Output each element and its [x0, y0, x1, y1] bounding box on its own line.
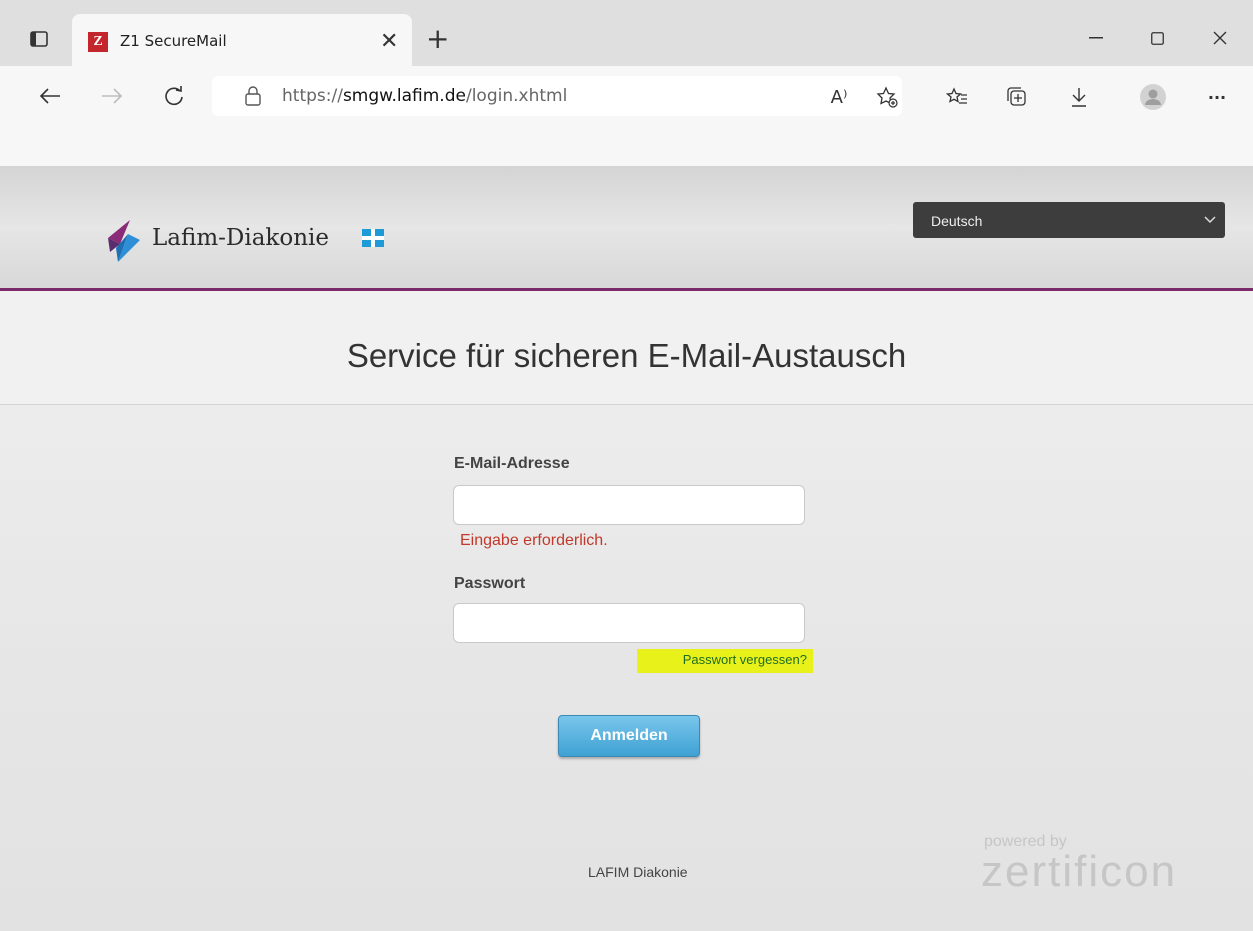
lock-icon[interactable]	[244, 86, 262, 111]
page-title: Service für sicheren E-Mail-Austausch	[346, 337, 907, 374]
more-menu-icon[interactable]: ···	[1202, 82, 1232, 112]
password-field[interactable]	[453, 603, 805, 643]
browser-tab[interactable]: Z Z1 SecureMail ✕	[72, 14, 412, 66]
email-error-message: Eingabe erforderlich.	[460, 532, 608, 549]
language-selected: Deutsch	[931, 213, 983, 229]
url-domain: smgw.lafim.de	[342, 86, 466, 106]
chevron-down-icon	[1203, 212, 1217, 229]
url-path: /login.xhtml	[465, 86, 568, 106]
collections-icon[interactable]	[1002, 82, 1032, 112]
forward-arrow-icon	[96, 80, 128, 112]
minimize-icon[interactable]	[1076, 20, 1116, 56]
favorites-icon[interactable]	[942, 82, 972, 112]
new-tab-icon[interactable]: +	[426, 24, 449, 54]
forgot-password-link[interactable]: Passwort vergessen?	[637, 649, 813, 673]
tab-close-icon[interactable]: ✕	[380, 28, 398, 54]
language-select[interactable]: Deutsch	[913, 202, 1225, 238]
read-aloud-icon[interactable]: A⁾	[824, 82, 854, 112]
footer-org-name: LAFIM Diakonie	[588, 864, 688, 880]
lafim-logo-icon	[104, 218, 144, 269]
email-field[interactable]	[453, 485, 805, 525]
downloads-icon[interactable]	[1064, 82, 1094, 112]
logo-text: Lafim-Diakonie	[152, 225, 329, 251]
zertificon-favicon-icon: Z	[88, 32, 108, 52]
window-close-icon[interactable]	[1200, 20, 1240, 56]
tab-title: Z1 SecureMail	[120, 32, 227, 50]
profile-avatar-icon[interactable]	[1138, 82, 1168, 112]
browser-chrome-strip	[0, 124, 1253, 166]
add-favorite-icon[interactable]	[872, 82, 902, 112]
address-url[interactable]: https://smgw.lafim.de/login.xhtml	[282, 86, 567, 106]
login-button[interactable]: Anmelden	[558, 715, 700, 757]
password-label: Passwort	[454, 575, 526, 592]
url-prefix: https://	[282, 86, 343, 106]
refresh-icon[interactable]	[158, 80, 190, 112]
maximize-icon[interactable]	[1137, 20, 1177, 56]
email-label: E-Mail-Adresse	[454, 455, 570, 472]
back-arrow-icon[interactable]	[34, 80, 66, 112]
diakonie-cross-icon	[362, 229, 384, 247]
zertificon-logo: zertificon	[981, 847, 1178, 896]
tab-actions-icon[interactable]	[28, 28, 50, 50]
